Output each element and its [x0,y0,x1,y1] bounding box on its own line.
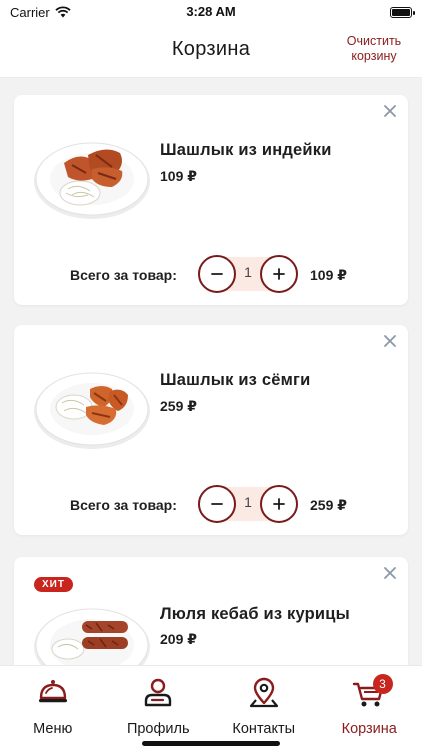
home-indicator [142,741,280,746]
battery-icon [390,6,415,18]
close-icon[interactable] [382,103,398,119]
profile-icon [145,678,172,707]
minus-icon [211,503,223,505]
tab-profile[interactable]: Профиль [106,666,212,750]
plus-icon [273,268,285,280]
quantity-value: 1 [244,264,252,280]
close-icon[interactable] [382,333,398,349]
item-name: Шашлык из индейки [160,141,332,159]
tab-bar: Меню Профиль Контакты 3 Корзина [0,665,422,750]
quantity-stepper: 1 [198,255,298,293]
status-bar: Carrier 3:28 AM [0,0,422,24]
decrease-quantity-button[interactable] [198,255,236,293]
tab-menu-label: Меню [33,721,73,737]
cart-list[interactable]: Шашлык из индейки 109 ₽ Всего за товар: … [0,78,422,665]
status-time: 3:28 AM [186,4,236,19]
decrease-quantity-button[interactable] [198,485,236,523]
cart-item: Шашлык из сёмги 259 ₽ Всего за товар: 1 … [14,325,408,535]
turkey-shashlik-image [34,142,150,219]
salmon-shashlik-image [34,372,150,449]
plus-icon [273,498,285,510]
cart-count-badge: 3 [372,674,393,694]
tab-cart[interactable]: 3 Корзина [317,666,422,750]
item-total-label: Всего за товар: [70,497,177,513]
cloche-icon [38,680,67,703]
item-price: 259 ₽ [160,398,197,414]
tab-profile-label: Профиль [126,721,190,737]
cart-item: ХИТ Люля кебаб из курицы 209 ₽ [14,557,408,665]
tab-contacts-label: Контакты [232,721,296,737]
tab-cart-label: Корзина [341,721,397,737]
hit-badge: ХИТ [34,577,73,592]
item-line-total: 259 ₽ [310,497,347,513]
item-total-label: Всего за товар: [70,267,177,283]
item-price: 109 ₽ [160,168,197,184]
clear-cart-button[interactable]: Очистить корзину [342,34,406,64]
increase-quantity-button[interactable] [260,485,298,523]
tab-contacts[interactable]: Контакты [211,666,317,750]
tab-menu[interactable]: Меню [0,666,106,750]
quantity-stepper: 1 [198,485,298,523]
chicken-lula-kebab-image [34,608,150,665]
close-icon[interactable] [382,565,398,581]
minus-icon [211,273,223,275]
item-line-total: 109 ₽ [310,267,347,283]
cart-item: Шашлык из индейки 109 ₽ Всего за товар: … [14,95,408,305]
increase-quantity-button[interactable] [260,255,298,293]
item-name: Шашлык из сёмги [160,371,311,389]
location-pin-icon [249,677,278,708]
item-price: 209 ₽ [160,631,197,647]
item-name: Люля кебаб из курицы [160,605,350,623]
quantity-value: 1 [244,494,252,510]
header: Корзина Очистить корзину [0,24,422,78]
